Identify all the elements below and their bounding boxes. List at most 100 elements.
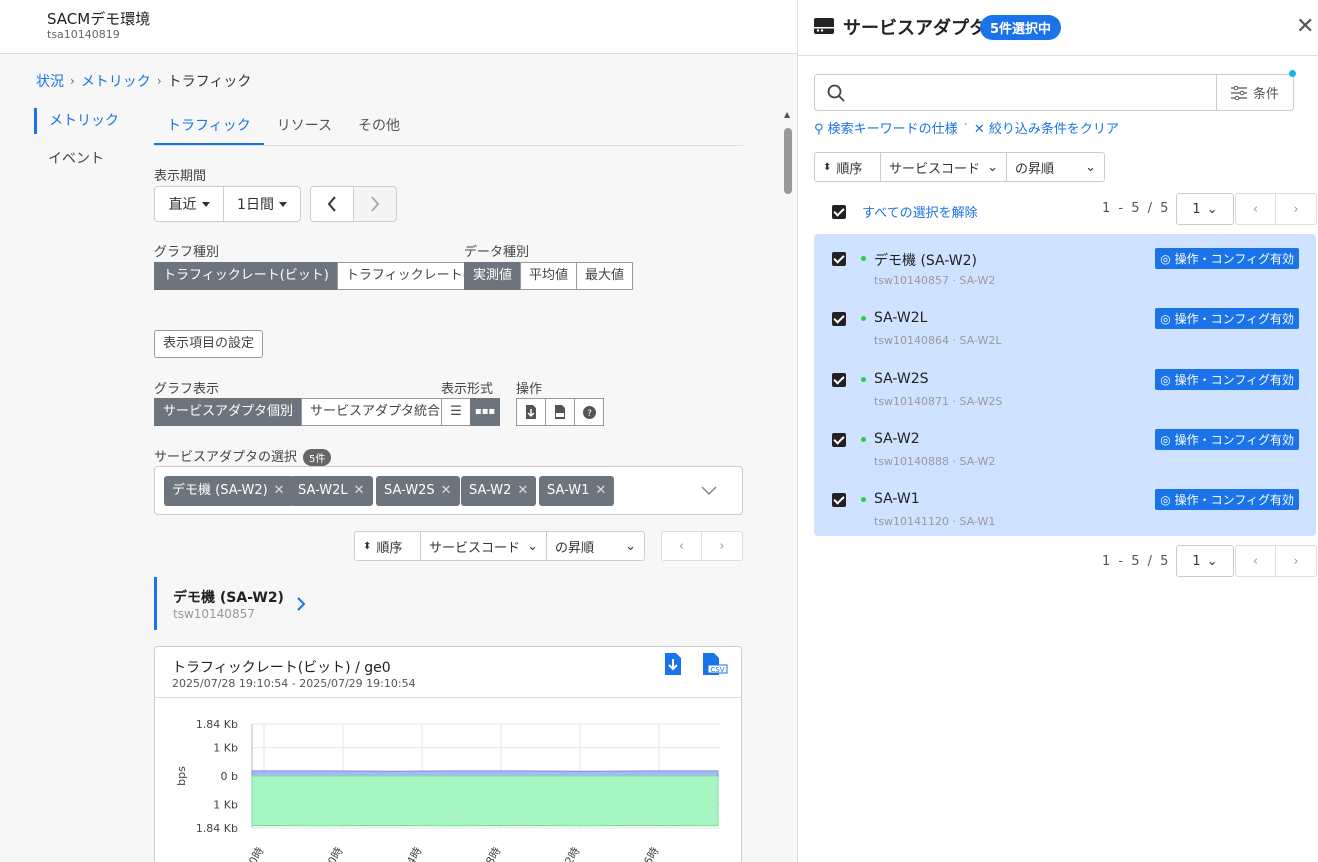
close-icon[interactable]: ✕ <box>1296 14 1314 39</box>
tab-traffic[interactable]: トラフィック <box>154 108 264 145</box>
item-checkbox[interactable] <box>832 433 846 447</box>
item-checkbox[interactable] <box>832 493 846 507</box>
prev-page-button[interactable]: ‹ <box>1236 194 1276 224</box>
data-type-actual-button[interactable]: 実測値 <box>464 262 522 290</box>
tab-resource[interactable]: リソース <box>264 108 345 145</box>
sort-dir-select[interactable]: の昇順 ⌄ <box>547 532 644 560</box>
check-circle-icon: ◎ <box>1160 493 1171 507</box>
close-icon[interactable]: ✕ <box>274 483 285 498</box>
sort-order-toggle[interactable]: ⬍ 順序 <box>355 532 421 560</box>
sliders-icon <box>1230 85 1247 100</box>
filter-indicator <box>1289 70 1296 77</box>
help-button[interactable]: ? <box>574 398 604 426</box>
graph-type-bit-button[interactable]: トラフィックレート(ビット) <box>154 262 338 290</box>
chevron-down-icon: ⌄ <box>1206 201 1218 217</box>
scroll-thumb[interactable] <box>784 128 792 194</box>
sort-key-select[interactable]: サービスコード ⌄ <box>421 532 547 560</box>
panel-sort-dir-select[interactable]: の昇順 ⌄ <box>1007 153 1104 181</box>
chevron-right-icon[interactable] <box>297 597 306 611</box>
prev-page-button[interactable]: ‹ <box>1236 546 1276 576</box>
grid-icon: ▪▪▪ <box>474 406 496 417</box>
op-badge: ◎ 操作・コンフィグ有効 <box>1155 369 1299 390</box>
display-settings-button[interactable]: 表示項目の設定 <box>154 330 264 358</box>
data-type-average-button[interactable]: 平均値 <box>520 262 578 290</box>
item-name: SA-W2S <box>874 371 929 387</box>
y-tick-label: 1 Kb <box>213 798 238 811</box>
grid-view-button[interactable]: ▪▪▪ <box>470 398 500 426</box>
data-type-max-button[interactable]: 最大値 <box>576 262 634 290</box>
close-icon[interactable]: ✕ <box>517 483 528 498</box>
page-select[interactable]: 1 ⌄ <box>1176 193 1234 225</box>
y-tick-label: 1.84 Kb <box>196 718 238 731</box>
prev-period-button[interactable] <box>310 186 354 222</box>
sa-panel: サービスアダプタ 5件選択中 ✕ 条件 ⚲ 検索キーワードの仕様 · ✕ 絞り込… <box>797 0 1318 862</box>
csv-icon[interactable]: CSV <box>702 653 728 675</box>
chart-card: トラフィックレート(ビット) / ge0 2025/07/28 19:10:54… <box>154 646 742 862</box>
search-help-link[interactable]: ⚲ 検索キーワードの仕様 <box>814 118 958 137</box>
clear-filter-link[interactable]: ✕ 絞り込み条件をクリア <box>974 118 1119 137</box>
sidenav-item-metric[interactable]: メトリック <box>34 108 134 134</box>
next-period-button[interactable] <box>353 186 397 222</box>
check-circle-icon: ◎ <box>1160 252 1171 266</box>
chevron-down-icon: ⌄ <box>987 159 998 175</box>
list-item[interactable]: デモ機 (SA-W2) tsw10140857 · SA-W2 ◎ 操作・コンフ… <box>814 238 1316 298</box>
list-item[interactable]: SA-W1 tsw10141120 · SA-W1 ◎ 操作・コンフィグ有効 <box>814 479 1316 539</box>
close-icon: ✕ <box>973 122 985 137</box>
item-sub: tsw10140857 · SA-W2 <box>874 274 996 287</box>
select-all-checkbox[interactable] <box>832 204 846 219</box>
list-item[interactable]: SA-W2L tsw10140864 · SA-W2L ◎ 操作・コンフィグ有効 <box>814 298 1316 358</box>
scroll-up-icon[interactable]: ▲ <box>784 110 790 119</box>
item-sub: tsw10140888 · SA-W2 <box>874 455 996 468</box>
period-recent-dropdown[interactable]: 直近 <box>154 186 224 222</box>
list-item[interactable]: SA-W2 tsw10140888 · SA-W2 ◎ 操作・コンフィグ有効 <box>814 419 1316 479</box>
sidenav-item-event[interactable]: イベント <box>34 146 134 172</box>
close-icon[interactable]: ✕ <box>595 483 606 498</box>
page-select-bottom[interactable]: 1 ⌄ <box>1176 545 1234 577</box>
pin-icon: ⚲ <box>814 122 824 137</box>
download-icon[interactable] <box>664 653 682 675</box>
download-button[interactable] <box>516 398 546 426</box>
page-info-bottom: 1 - 5 / 5 <box>1102 554 1171 569</box>
panel-pager-bottom: ‹ › <box>1235 545 1317 577</box>
item-checkbox[interactable] <box>832 312 846 326</box>
sa-chip-select[interactable]: デモ機 (SA-W2) ✕ SA-W2L ✕ SA-W2S ✕ SA-W2 ✕ SA-W… <box>154 466 743 515</box>
page-info: 1 - 5 / 5 <box>1102 201 1171 216</box>
list-item[interactable]: SA-W2S tsw10140871 · SA-W2S ◎ 操作・コンフィグ有効 <box>814 359 1316 419</box>
item-checkbox[interactable] <box>832 373 846 387</box>
panel-sort-order-toggle[interactable]: ⬍ 順序 <box>815 153 881 181</box>
op-badge: ◎ 操作・コンフィグ有効 <box>1155 489 1299 510</box>
tab-other[interactable]: その他 <box>345 108 413 145</box>
next-page-button[interactable]: › <box>1276 194 1316 224</box>
graph-display-merged-dropdown[interactable]: サービスアダプタ統合 <box>301 398 463 426</box>
next-page-button[interactable]: › <box>702 532 742 560</box>
panel-sort-key-select[interactable]: サービスコード ⌄ <box>881 153 1007 181</box>
breadcrumb-metric[interactable]: メトリック <box>81 71 151 91</box>
status-dot <box>861 316 866 321</box>
chevron-down-icon: ⌄ <box>1206 553 1218 569</box>
env-id: tsa10140819 <box>47 28 120 41</box>
device-name: デモ機 (SA-W2) <box>173 590 284 606</box>
panel-pager-top: ‹ › <box>1235 193 1317 225</box>
close-icon[interactable]: ✕ <box>354 483 365 498</box>
next-page-button[interactable]: › <box>1276 546 1316 576</box>
panel-header: サービスアダプタ 5件選択中 ✕ <box>798 0 1318 56</box>
scrollbar[interactable]: ▲ <box>782 108 794 862</box>
csv-button[interactable] <box>545 398 575 426</box>
prev-page-button[interactable]: ‹ <box>662 532 702 560</box>
sa-select-label: サービスアダプタの選択 5件 <box>154 446 332 466</box>
search-input[interactable] <box>851 79 1211 107</box>
op-badge: ◎ 操作・コンフィグ有効 <box>1155 248 1299 269</box>
period-nav <box>310 186 397 222</box>
chart-title: トラフィックレート(ビット) / ge0 <box>172 660 391 676</box>
close-icon[interactable]: ✕ <box>441 483 452 498</box>
search-icon <box>827 84 845 102</box>
graph-type-label: グラフ種別 <box>154 245 220 260</box>
deselect-all-link[interactable]: すべての選択を解除 <box>862 202 978 221</box>
condition-button[interactable]: 条件 <box>1216 75 1293 110</box>
item-checkbox[interactable] <box>832 252 846 266</box>
period-span-dropdown[interactable]: 1日間 <box>223 186 301 222</box>
list-view-button[interactable]: ☰ <box>441 398 471 426</box>
graph-display-individual-button[interactable]: サービスアダプタ個別 <box>154 398 303 426</box>
breadcrumb-status[interactable]: 状況 <box>36 71 64 91</box>
chevron-down-icon[interactable] <box>701 486 717 496</box>
